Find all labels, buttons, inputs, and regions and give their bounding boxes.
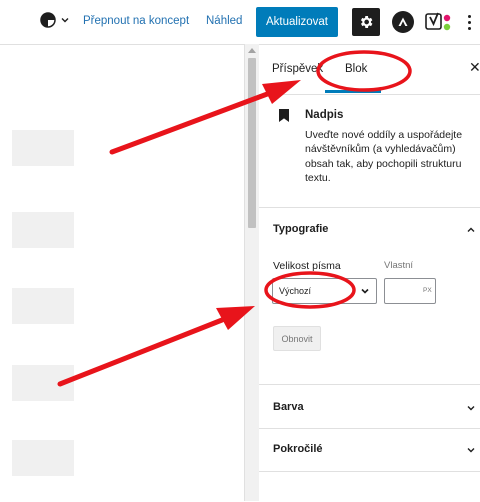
- content-block-placeholder[interactable]: [12, 212, 74, 248]
- divider: [259, 471, 480, 472]
- custom-size-label: Vlastní: [384, 260, 414, 271]
- tab-block[interactable]: Blok: [345, 63, 367, 75]
- content-block-placeholder[interactable]: [12, 288, 74, 324]
- preview-button[interactable]: Náhled: [206, 15, 242, 27]
- panel-title: Pokročilé: [273, 443, 323, 455]
- scroll-thumb[interactable]: [248, 58, 256, 228]
- chevron-down-icon: [361, 288, 369, 294]
- reset-button[interactable]: Obnovit: [273, 326, 321, 351]
- block-card: Nadpis Uveďte nové oddíly a uspořádejte …: [259, 95, 480, 208]
- panel-title: Typografie: [273, 223, 329, 235]
- advanced-panel-toggle[interactable]: Pokročilé: [259, 430, 480, 470]
- font-size-select[interactable]: Výchozí: [272, 278, 377, 304]
- more-vertical-icon: [467, 14, 471, 18]
- font-size-select-value: Výchozí: [279, 286, 312, 296]
- half-circle-style-icon: [40, 12, 56, 28]
- scroll-up-arrow-icon[interactable]: [248, 48, 256, 53]
- unit-label: PX: [423, 287, 432, 294]
- chevron-down-icon: [61, 18, 69, 23]
- typography-panel-toggle[interactable]: Typografie: [259, 210, 480, 250]
- close-icon: ✕: [469, 59, 480, 75]
- more-options-button[interactable]: [462, 10, 476, 34]
- chevron-up-icon: [467, 227, 475, 232]
- content-block-placeholder[interactable]: [12, 365, 74, 401]
- plugin-a-icon: [398, 17, 408, 26]
- update-button[interactable]: Aktualizovat: [256, 7, 338, 37]
- settings-sidebar: Příspěvek Blok ✕ Nadpis Uveďte nové oddí…: [259, 44, 480, 502]
- chevron-down-icon: [467, 448, 475, 453]
- divider: [259, 428, 480, 429]
- panel-title: Barva: [273, 401, 304, 413]
- switch-to-draft-button[interactable]: Přepnout na koncept: [83, 15, 189, 27]
- yoast-icon: [425, 12, 451, 31]
- editor-canvas[interactable]: [0, 44, 244, 502]
- editor-toolbar: Přepnout na koncept Náhled Aktualizovat: [0, 0, 480, 44]
- plugin-a-button[interactable]: [392, 11, 414, 33]
- content-block-placeholder[interactable]: [12, 440, 74, 476]
- heading-block-icon: [279, 109, 289, 122]
- content-block-placeholder[interactable]: [12, 130, 74, 166]
- active-tab-indicator: [325, 90, 381, 93]
- divider: [259, 384, 480, 385]
- editor-scrollbar[interactable]: [244, 44, 259, 501]
- chevron-down-icon: [467, 406, 475, 411]
- close-sidebar-button[interactable]: ✕: [469, 59, 480, 76]
- yoast-seo-button[interactable]: [424, 10, 454, 34]
- settings-button[interactable]: [352, 8, 380, 36]
- block-title: Nadpis: [305, 109, 344, 121]
- gear-icon: [360, 16, 373, 28]
- font-size-label: Velikost písma: [273, 260, 341, 272]
- style-toggle[interactable]: [40, 12, 70, 28]
- tab-post[interactable]: Příspěvek: [272, 63, 323, 75]
- block-description: Uveďte nové oddíly a uspořádejte návštěv…: [305, 129, 463, 184]
- sidebar-tabs: Příspěvek Blok ✕: [259, 45, 480, 95]
- color-panel-toggle[interactable]: Barva: [259, 388, 480, 428]
